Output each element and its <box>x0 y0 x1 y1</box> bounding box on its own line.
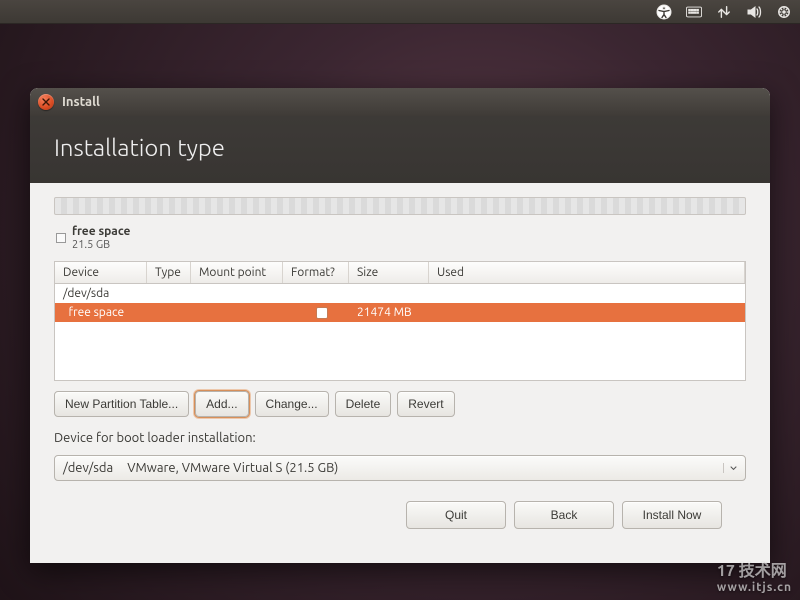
table-row-disk[interactable]: /dev/sda <box>55 284 745 303</box>
watermark-line1: 17 技术网 <box>717 562 787 580</box>
back-button[interactable]: Back <box>514 501 614 529</box>
th-size[interactable]: Size <box>349 262 429 283</box>
installer-window: Install Installation type free space 21.… <box>30 88 770 563</box>
th-format[interactable]: Format? <box>283 262 349 283</box>
close-icon[interactable] <box>38 94 54 110</box>
footer-buttons: Quit Back Install Now <box>54 491 746 529</box>
cell-disk-device: /dev/sda <box>61 287 153 300</box>
titlebar: Install <box>30 88 770 116</box>
page-heading: Installation type <box>30 116 770 183</box>
th-used[interactable]: Used <box>429 262 745 283</box>
bootloader-select[interactable]: /dev/sda VMware, VMware Virtual S (21.5 … <box>54 455 746 481</box>
revert-button[interactable]: Revert <box>397 391 454 417</box>
th-device[interactable]: Device <box>55 262 147 283</box>
disk-legend: free space 21.5 GB <box>54 225 746 251</box>
disk-usage-bar[interactable] <box>54 197 746 215</box>
accessibility-icon[interactable] <box>656 4 672 20</box>
bootloader-device: /dev/sda <box>63 461 113 475</box>
th-type[interactable]: Type <box>147 262 191 283</box>
cell-format <box>289 307 355 319</box>
change-button[interactable]: Change... <box>255 391 329 417</box>
content-area: free space 21.5 GB Device Type Mount poi… <box>30 183 770 563</box>
chevron-down-icon <box>723 463 737 473</box>
bootloader-desc: VMware, VMware Virtual S (21.5 GB) <box>127 461 338 475</box>
table-header: Device Type Mount point Format? Size Use… <box>55 262 745 284</box>
th-mount[interactable]: Mount point <box>191 262 283 283</box>
add-button[interactable]: Add... <box>195 391 248 417</box>
network-icon[interactable] <box>716 4 732 20</box>
quit-button[interactable]: Quit <box>406 501 506 529</box>
bootloader-label: Device for boot loader installation: <box>54 427 746 445</box>
window-title: Install <box>62 95 100 109</box>
legend-name: free space <box>72 225 130 239</box>
power-icon[interactable] <box>776 4 792 20</box>
partition-buttons: New Partition Table... Add... Change... … <box>54 391 746 417</box>
cell-size: 21474 MB <box>355 306 435 319</box>
legend-size: 21.5 GB <box>72 239 130 252</box>
delete-button[interactable]: Delete <box>335 391 392 417</box>
cell-device: free space <box>61 306 153 319</box>
partition-table[interactable]: Device Type Mount point Format? Size Use… <box>54 261 746 381</box>
format-checkbox[interactable] <box>316 307 328 319</box>
volume-icon[interactable] <box>746 4 762 20</box>
watermark-line2: www.itjs.cn <box>717 581 792 594</box>
table-row-selected[interactable]: free space 21474 MB <box>55 303 745 322</box>
new-partition-table-button[interactable]: New Partition Table... <box>54 391 189 417</box>
install-now-button[interactable]: Install Now <box>622 501 722 529</box>
top-panel <box>0 0 800 24</box>
keyboard-icon[interactable] <box>686 4 702 20</box>
legend-swatch <box>56 233 66 243</box>
